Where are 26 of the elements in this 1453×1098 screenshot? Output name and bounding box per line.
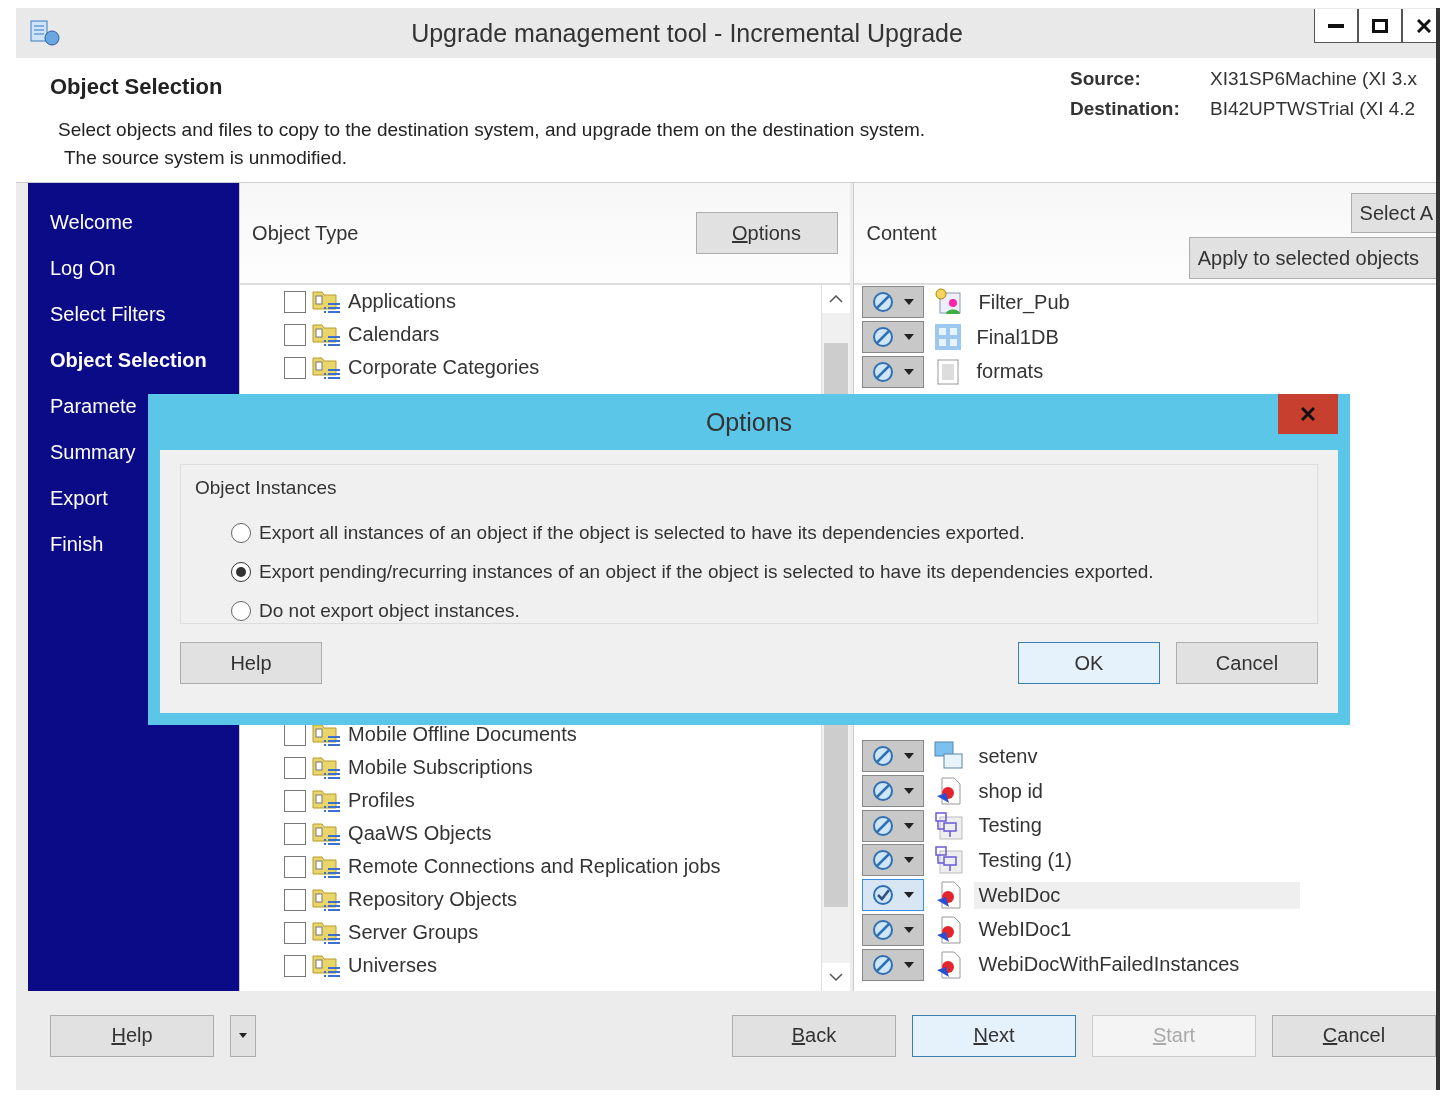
object-type-label: Calendars (348, 323, 440, 346)
object-type-label: QaaWS Objects (348, 822, 492, 845)
object-type-label: Mobile Offline Documents (348, 723, 577, 746)
object-type-label: Profiles (348, 789, 415, 812)
object-type-label: Remote Connections and Replication jobs (348, 855, 721, 878)
page-description: Select objects and files to copy to the destination system, and upgrade them on the destination system. (58, 118, 927, 142)
group-label: Object Instances (195, 477, 338, 499)
dialog-title: Options (704, 407, 794, 437)
system-value: XI31SP6Machine (XI 3.x (1210, 68, 1418, 90)
object-type-label: Repository Objects (348, 888, 518, 911)
object-type-label: Server Groups (348, 921, 479, 944)
object-type-label: Universes (348, 954, 437, 977)
object-type-label: Corporate Categories (348, 356, 540, 379)
page-title: Object Selection (50, 74, 224, 100)
panel-title: Object Type (252, 221, 360, 245)
radio-label: Export all instances of an object if the object is selected to have its dependencies exported. (259, 521, 1025, 544)
panel-title: Content (866, 221, 938, 245)
radio-label: Export pending/recurring instances of an object if the object is selected to have its dependencies exported. (259, 560, 1154, 583)
system-value: BI42UPTWSTrial (XI 4.2 (1210, 98, 1417, 120)
system-label: Destination: (1070, 98, 1181, 120)
page-description: The source system is unmodified. (64, 146, 348, 170)
object-type-label: Mobile Subscriptions (348, 756, 533, 779)
system-label: Source: (1070, 68, 1142, 90)
radio-label: Do not export object instances. (259, 599, 520, 622)
window-title: Upgrade management tool - Incremental Upgrade (410, 18, 964, 48)
object-type-label: Applications (348, 290, 456, 313)
